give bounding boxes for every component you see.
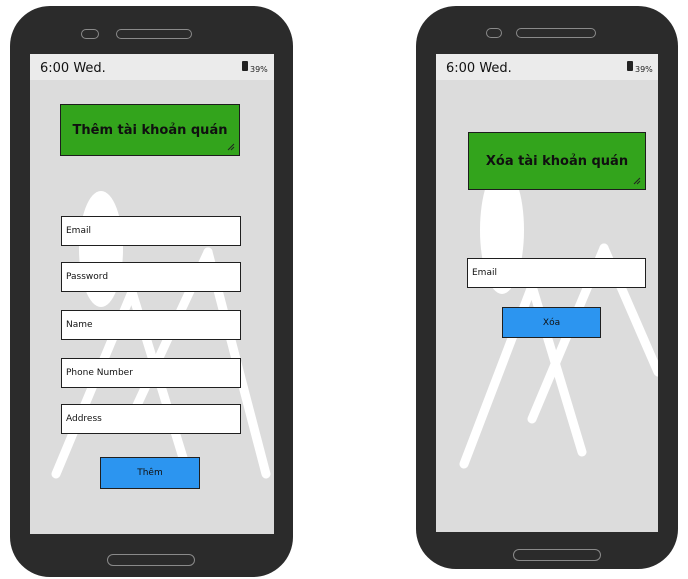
placeholder-image-icon <box>459 166 658 469</box>
title-add-account: Thêm tài khoản quán <box>60 104 240 156</box>
screen-delete-account: 6:00 Wed. 39% Xóa tài khoản quán Email X… <box>436 54 658 532</box>
camera-icon <box>81 29 99 39</box>
resize-handle-icon <box>633 177 641 185</box>
delete-button-label: Xóa <box>542 317 561 328</box>
password-field[interactable]: Password <box>61 262 241 292</box>
add-button[interactable]: Thêm <box>100 457 200 489</box>
speaker-icon <box>116 29 192 39</box>
phone-number-field[interactable]: Phone Number <box>61 358 241 388</box>
title-delete-account: Xóa tài khoản quán <box>468 132 646 190</box>
home-button[interactable] <box>513 549 601 561</box>
add-button-label: Thêm <box>137 468 163 478</box>
email-field[interactable]: Email <box>467 258 646 288</box>
address-field-label: Address <box>66 414 102 424</box>
name-field[interactable]: Name <box>61 310 241 340</box>
address-field[interactable]: Address <box>61 404 241 434</box>
resize-handle-icon <box>227 143 235 151</box>
phone-frame-delete-account: 6:00 Wed. 39% Xóa tài khoản quán Email X… <box>416 6 678 569</box>
password-field-label: Password <box>66 272 109 282</box>
speaker-icon <box>516 28 596 38</box>
camera-icon <box>486 28 502 38</box>
screen-add-account: 6:00 Wed. 39% Thêm tài khoản quán Email … <box>30 54 274 534</box>
email-field-label: Email <box>472 268 497 278</box>
email-field-label: Email <box>66 226 91 236</box>
page-title: Thêm tài khoản quán <box>72 122 228 138</box>
mockup-canvas: 6:00 Wed. 39% Thêm tài khoản quán Email … <box>0 0 688 579</box>
page-title: Xóa tài khoản quán <box>485 153 629 169</box>
email-field[interactable]: Email <box>61 216 241 246</box>
name-field-label: Name <box>66 320 93 330</box>
phone-frame-add-account: 6:00 Wed. 39% Thêm tài khoản quán Email … <box>10 6 293 577</box>
phone-number-field-label: Phone Number <box>66 368 133 378</box>
delete-button[interactable]: Xóa <box>502 307 601 338</box>
home-button[interactable] <box>107 554 195 566</box>
